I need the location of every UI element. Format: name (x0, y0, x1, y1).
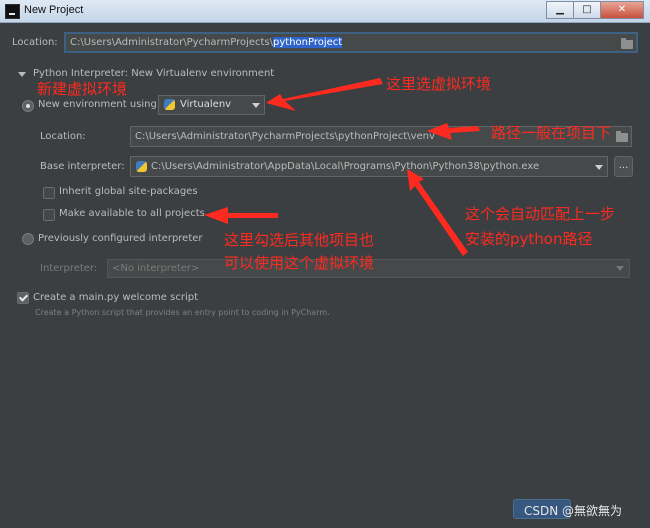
arrow-to-env-select (266, 78, 383, 111)
arrow-to-venv-path (427, 123, 480, 140)
arrow-to-base-interpreter (407, 169, 468, 256)
arrow-to-make-available (204, 207, 278, 224)
new-project-window: New Project ▁ □ ✕ Location: C:\Users\Adm… (0, 0, 650, 528)
annotation-arrows (204, 78, 480, 256)
